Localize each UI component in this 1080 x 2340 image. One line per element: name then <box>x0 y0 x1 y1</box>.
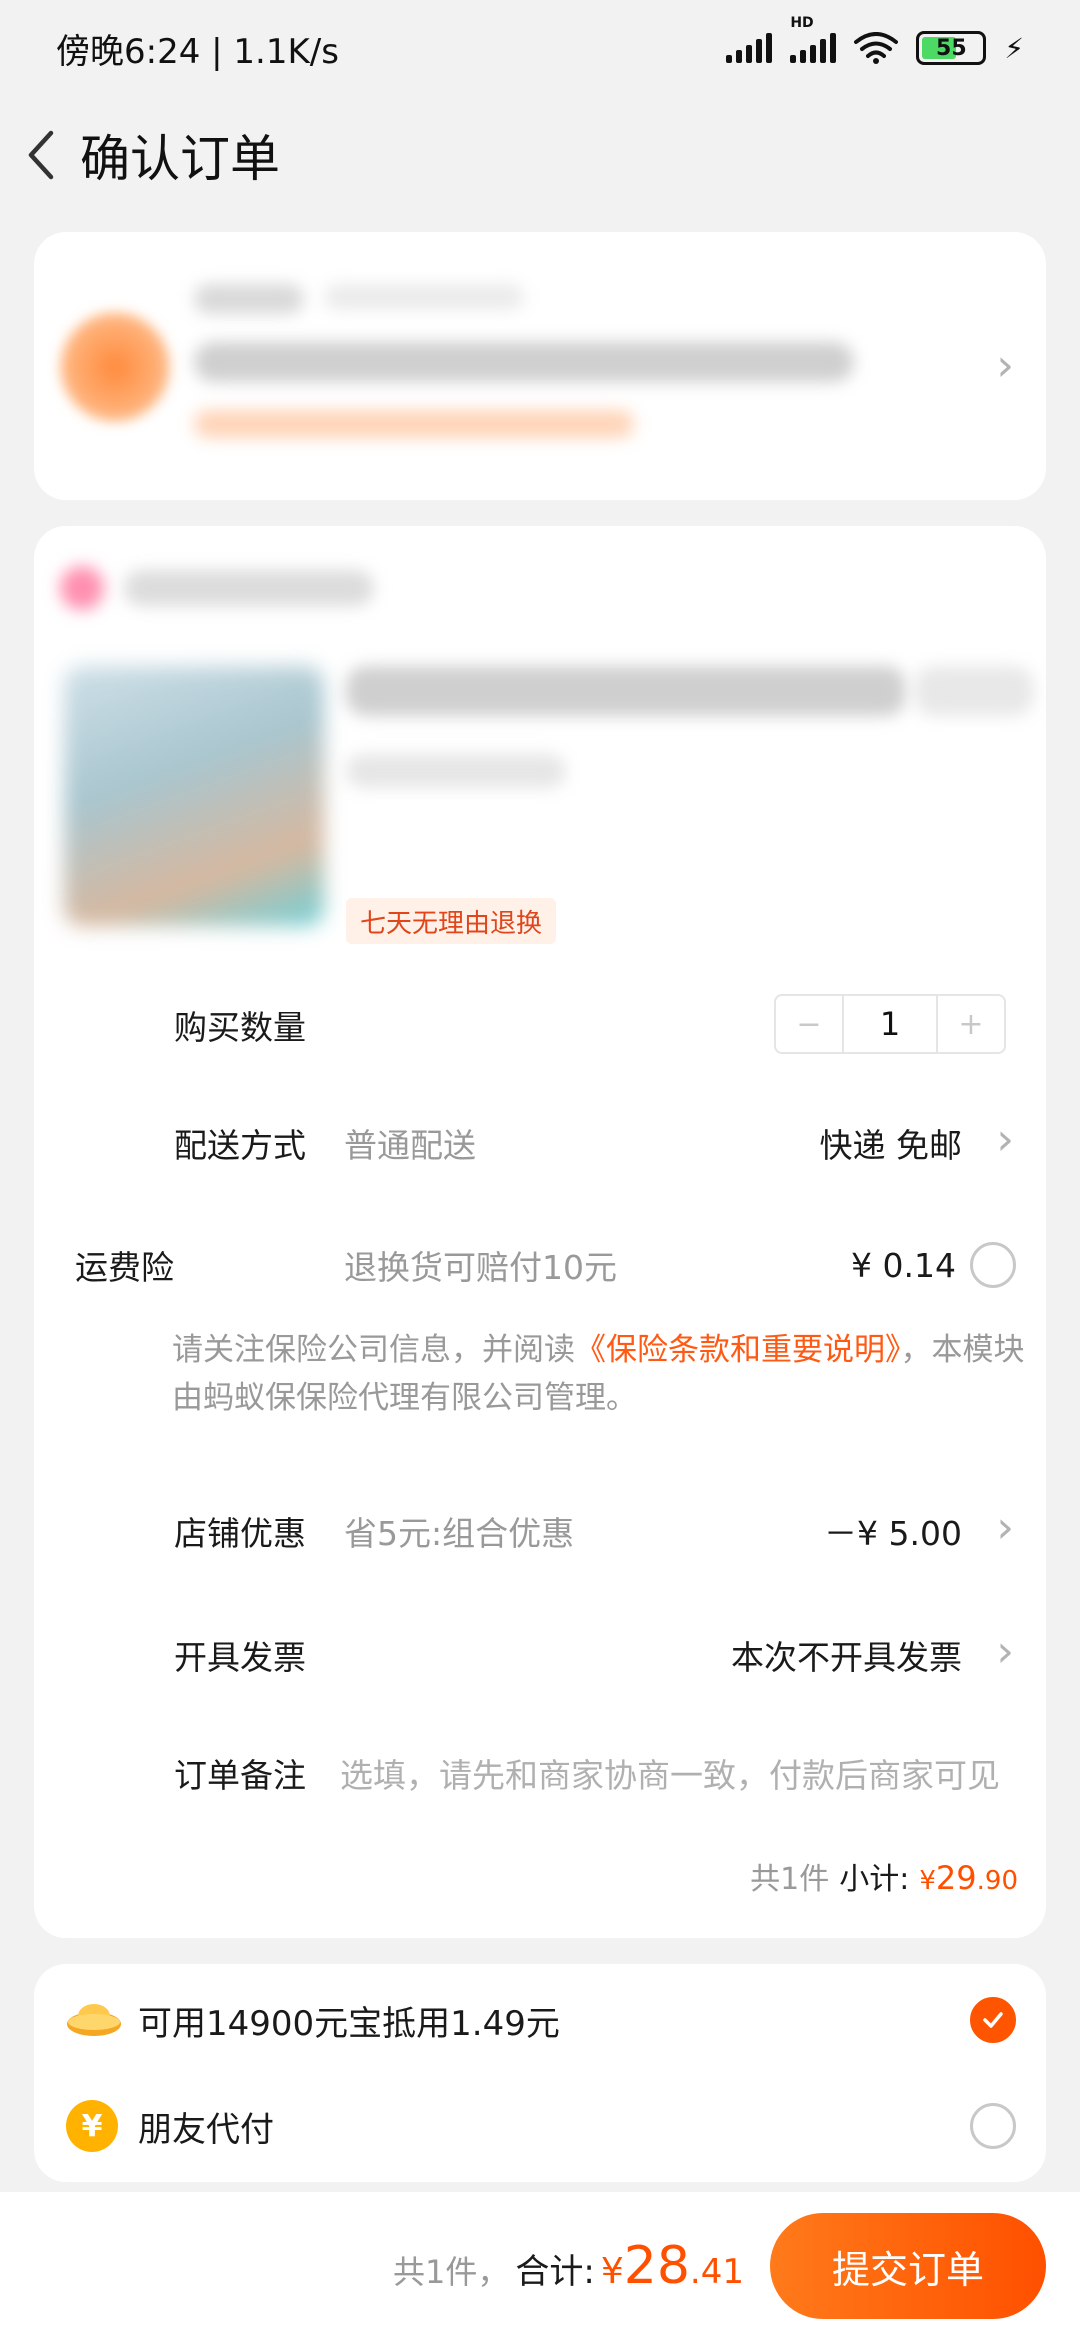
shop-name-blur <box>124 570 374 606</box>
insurance-label: 运费险 <box>75 1248 174 1287</box>
header: 确认订单 <box>0 100 1080 210</box>
delivery-sub: 普通配送 <box>344 1126 476 1165</box>
address-name-blur <box>194 284 304 314</box>
friend-pay-text: 朋友代付 <box>138 2109 274 2150</box>
discount-label: 店铺优惠 <box>174 1514 306 1553</box>
order-card: 七天无理由退换 购买数量 − 1 + 配送方式 普通配送 快递 免邮 › 运费险… <box>34 526 1046 1938</box>
address-avatar <box>60 312 170 422</box>
insurance-notice: 请关注保险公司信息，并阅读《保险条款和重要说明》，本模块由蚂蚁保保险代理有限公司… <box>172 1326 1042 1422</box>
submit-order-button[interactable]: 提交订单 <box>770 2213 1046 2319</box>
delivery-value: 快递 免邮 <box>819 1126 963 1165</box>
remark-label: 订单备注 <box>174 1756 306 1795</box>
decrease-button[interactable]: − <box>776 996 842 1052</box>
quantity-row: 购买数量 − 1 + <box>34 980 1046 1070</box>
friend-pay-radio[interactable] <box>970 2103 1016 2149</box>
increase-button[interactable]: + <box>938 996 1004 1052</box>
battery-icon: 55 <box>916 31 987 65</box>
friend-pay-row[interactable]: ¥ 朋友代付 <box>34 2076 1046 2176</box>
total-int: 28 <box>623 2236 690 2296</box>
wifi-icon <box>854 32 899 64</box>
payment-options-card: 可用14900元宝抵用1.49元 ¥ 朋友代付 <box>34 1964 1046 2182</box>
invoice-row[interactable]: 开具发票 本次不开具发票 › <box>34 1610 1046 1700</box>
chevron-right-icon: › <box>996 1114 1014 1165</box>
battery-level: 55 <box>936 35 967 61</box>
subtotal-count: 共1件 <box>750 1862 830 1897</box>
product-title-blur <box>346 666 906 716</box>
delivery-row[interactable]: 配送方式 普通配送 快递 免邮 › <box>34 1098 1046 1188</box>
back-button[interactable] <box>10 115 70 195</box>
invoice-value: 本次不开具发票 <box>731 1638 962 1677</box>
subtotal: 共1件 小计: ¥29.90 <box>750 1854 1018 1898</box>
yuan-coin-icon: ¥ <box>66 2100 118 2152</box>
status-time: 傍晚6:24 | 1.1K/s <box>56 31 339 72</box>
status-icons: HD 55 ⚡ <box>726 15 1024 65</box>
order-total: 共1件， 合计: ¥ 28 .41 <box>393 2236 744 2296</box>
invoice-label: 开具发票 <box>174 1638 306 1677</box>
quantity-label: 购买数量 <box>174 1008 306 1047</box>
total-dec: .41 <box>689 2252 744 2292</box>
quantity-stepper: − 1 + <box>774 994 1006 1054</box>
chevron-right-icon: › <box>996 1626 1014 1677</box>
insurance-sub: 退换货可赔付10元 <box>344 1248 617 1287</box>
address-detail-blur <box>194 342 854 382</box>
subtotal-yen: ¥ <box>919 1866 936 1896</box>
shipping-insurance-row: 运费险 退换货可赔付10元 ¥ 0.14 <box>34 1220 1046 1310</box>
status-bar: 傍晚6:24 | 1.1K/s HD 55 ⚡ <box>0 0 1080 96</box>
check-icon <box>983 2012 1003 2028</box>
product-thumbnail[interactable] <box>64 666 324 926</box>
signal-hd-icon: HD <box>790 15 837 63</box>
total-label: 合计: <box>515 2252 595 2292</box>
product-title-blur-2 <box>914 666 1034 716</box>
subtotal-label: 小计: <box>839 1862 910 1897</box>
product-spec-blur <box>346 754 566 788</box>
gold-ingot-icon <box>66 1994 122 2047</box>
total-count: 共1件， <box>393 2253 510 2291</box>
points-text: 可用14900元宝抵用1.49元 <box>138 2003 560 2044</box>
delivery-label: 配送方式 <box>174 1126 306 1165</box>
insurance-terms-link[interactable]: 《保险条款和重要说明》 <box>575 1332 901 1368</box>
charging-icon: ⚡ <box>1004 31 1024 65</box>
chevron-right-icon: › <box>996 340 1014 391</box>
notice-prefix: 请关注保险公司信息，并阅读 <box>172 1332 575 1368</box>
points-checkbox[interactable] <box>970 1997 1016 2043</box>
discount-sub: 省5元:组合优惠 <box>344 1514 575 1553</box>
insurance-price: ¥ 0.14 <box>851 1245 956 1285</box>
bottom-bar: 共1件， 合计: ¥ 28 .41 提交订单 <box>0 2192 1080 2340</box>
address-card[interactable]: › <box>34 232 1046 500</box>
subtotal-int: 29 <box>935 1859 977 1897</box>
remark-row: 订单备注 选填，请先和商家协商一致，付款后商家可见 <box>34 1728 1046 1818</box>
chevron-left-icon <box>28 130 54 180</box>
hd-label: HD <box>790 15 814 31</box>
discount-value: －¥ 5.00 <box>824 1514 962 1553</box>
return-policy-tag: 七天无理由退换 <box>346 898 557 944</box>
address-tag-blur <box>194 410 634 438</box>
shop-discount-row[interactable]: 店铺优惠 省5元:组合优惠 －¥ 5.00 › <box>34 1486 1046 1576</box>
quantity-value[interactable]: 1 <box>842 996 938 1052</box>
points-row[interactable]: 可用14900元宝抵用1.49元 <box>34 1970 1046 2070</box>
insurance-radio[interactable] <box>970 1242 1016 1288</box>
shop-logo-blur <box>60 566 104 610</box>
page-title: 确认订单 <box>80 130 280 188</box>
signal-icon <box>726 33 773 63</box>
subtotal-dec: .90 <box>976 1866 1018 1896</box>
total-yen: ¥ <box>600 2251 624 2292</box>
chevron-right-icon: › <box>996 1502 1014 1553</box>
address-phone-blur <box>324 284 524 310</box>
remark-input[interactable]: 选填，请先和商家协商一致，付款后商家可见 <box>340 1749 1020 1797</box>
